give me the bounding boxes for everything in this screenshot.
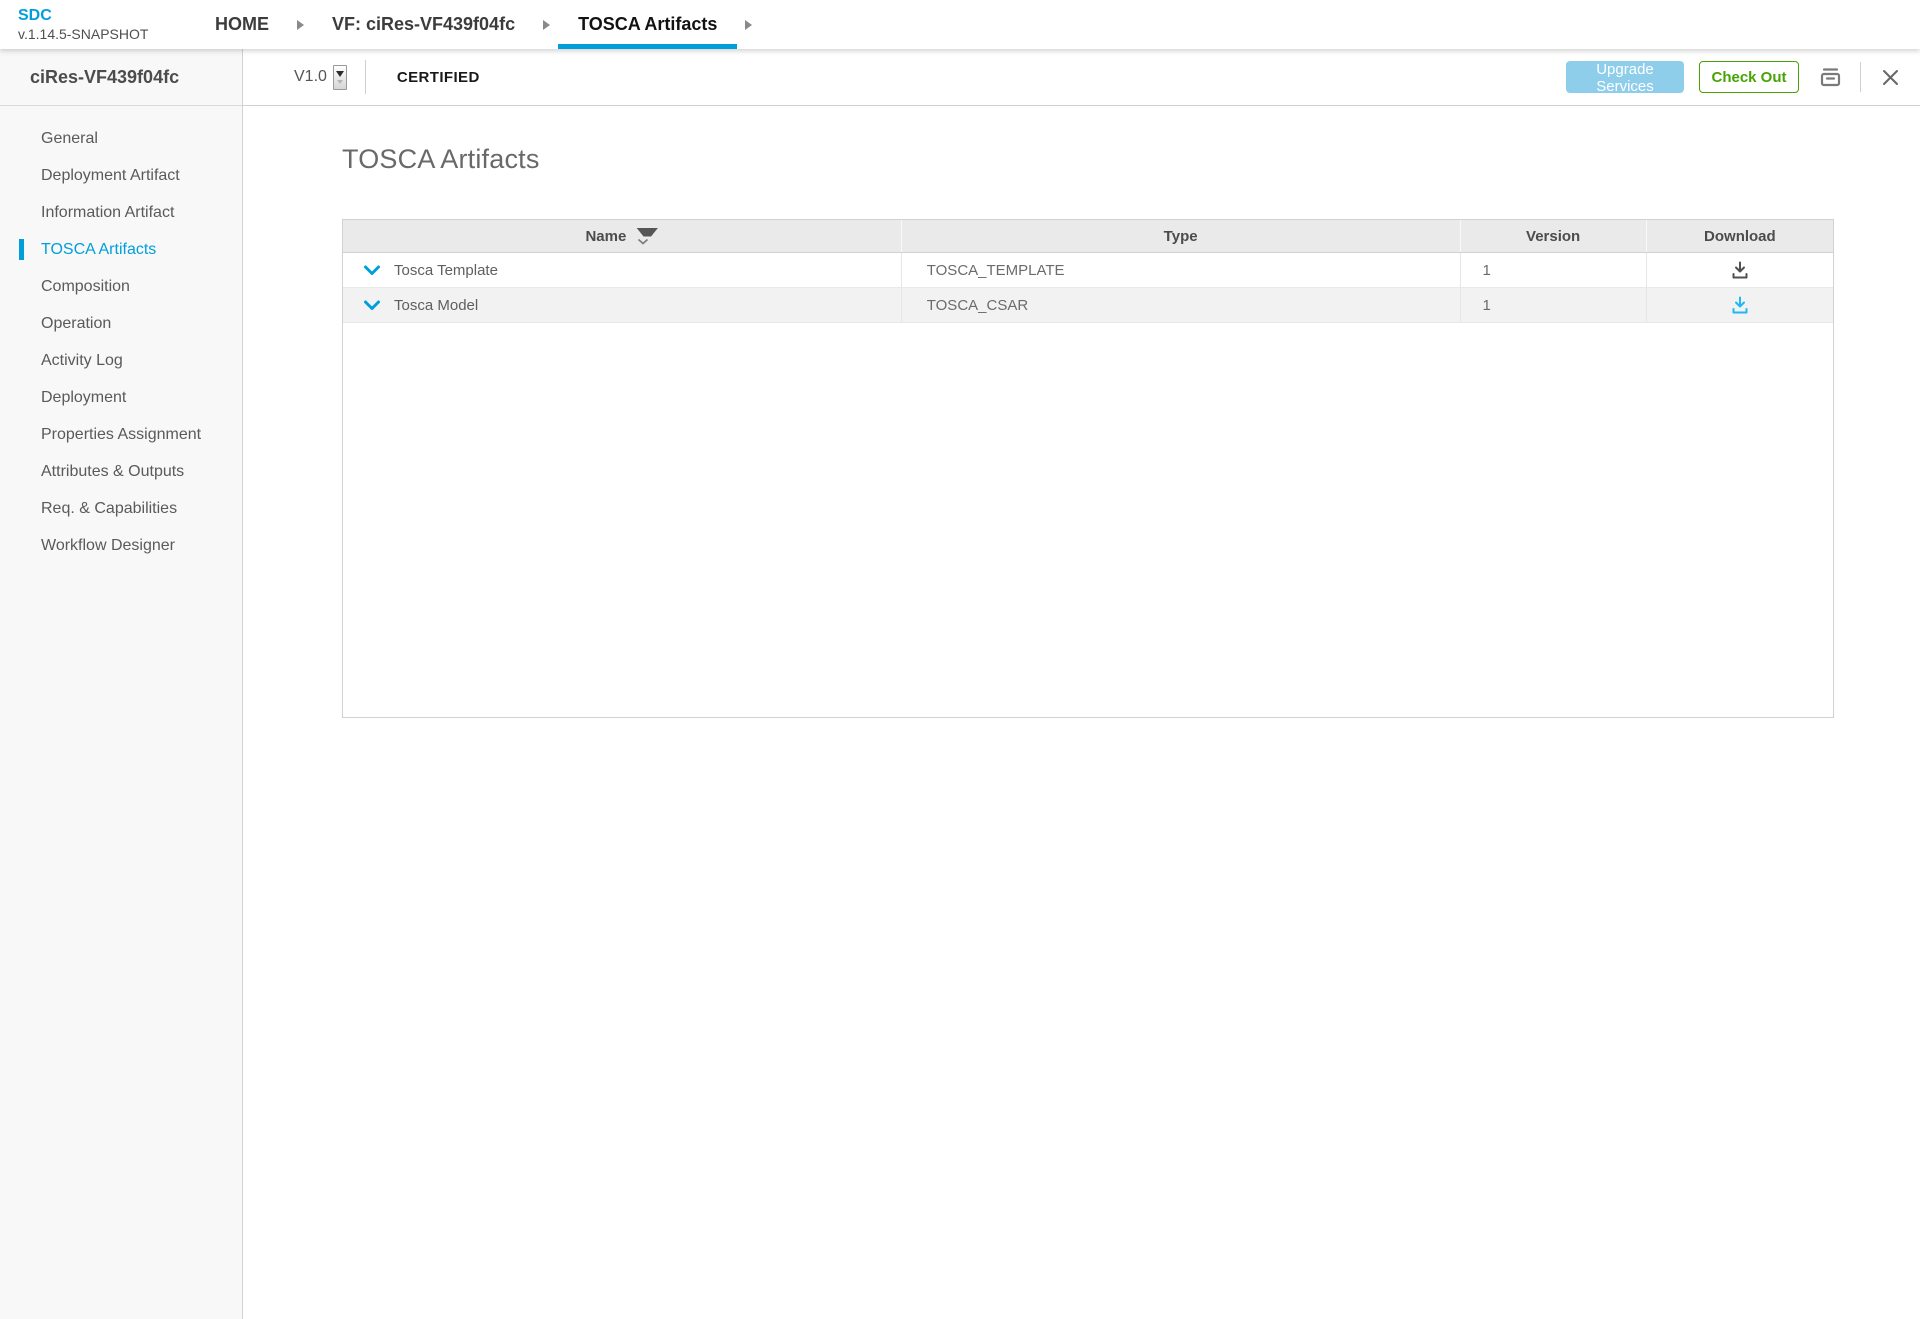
column-header-type: Type <box>902 220 1461 252</box>
app-name: SDC <box>18 7 195 25</box>
breadcrumb-home[interactable]: HOME <box>195 0 289 49</box>
version-selector[interactable] <box>333 65 347 90</box>
spinner-shadow <box>337 80 343 84</box>
table-row-tosca-model[interactable]: Tosca Model TOSCA_CSAR 1 <box>343 288 1833 323</box>
sidebar-item-information-artifact[interactable]: Information Artifact <box>0 194 242 231</box>
sidebar-item-label: Activity Log <box>41 352 123 370</box>
app-logo: SDC v.1.14.5-SNAPSHOT <box>0 7 195 41</box>
sidebar-item-label: Deployment Artifact <box>41 167 180 185</box>
triangle-right-icon <box>297 20 304 30</box>
column-header-download: Download <box>1647 220 1833 252</box>
table-row-tosca-template[interactable]: Tosca Template TOSCA_TEMPLATE 1 <box>343 253 1833 288</box>
sidebar-item-label: General <box>41 130 98 148</box>
triangle-right-icon <box>745 20 752 30</box>
breadcrumb-tosca-label: TOSCA Artifacts <box>578 14 717 35</box>
sidebar-item-activity-log[interactable]: Activity Log <box>0 342 242 379</box>
tosca-artifacts-table: Name Type Version <box>342 219 1834 718</box>
sidebar-item-label: Composition <box>41 278 130 296</box>
artifact-name: Tosca Template <box>394 262 498 279</box>
lifecycle-state-badge: CERTIFIED <box>397 69 480 86</box>
artifact-version: 1 <box>1483 262 1491 279</box>
column-header-version: Version <box>1461 220 1647 252</box>
column-header-type-label: Type <box>1164 228 1198 245</box>
download-icon[interactable] <box>1729 295 1751 316</box>
artifact-name: Tosca Model <box>394 297 478 314</box>
sidebar-item-deployment-artifact[interactable]: Deployment Artifact <box>0 157 242 194</box>
download-icon[interactable] <box>1729 260 1751 281</box>
sidebar-item-properties-assignment[interactable]: Properties Assignment <box>0 416 242 453</box>
breadcrumb: HOME VF: ciRes-VF439f04fc TOSCA Artifact… <box>195 0 760 49</box>
triangle-right-icon <box>543 20 550 30</box>
breadcrumb-tosca-artifacts[interactable]: TOSCA Artifacts <box>558 0 737 49</box>
sidebar: ciRes-VF439f04fc General Deployment Arti… <box>0 49 243 1319</box>
sidebar-item-label: Information Artifact <box>41 204 174 222</box>
active-tab-underline <box>558 44 737 49</box>
check-out-button[interactable]: Check Out <box>1699 61 1799 93</box>
sidebar-item-label: Req. & Capabilities <box>41 500 177 518</box>
sidebar-item-workflow-designer[interactable]: Workflow Designer <box>0 527 242 564</box>
print-button[interactable] <box>1817 64 1844 91</box>
sidebar-item-general[interactable]: General <box>0 120 242 157</box>
close-button[interactable] <box>1881 68 1900 87</box>
sidebar-item-deployment[interactable]: Deployment <box>0 379 242 416</box>
sidebar-item-req-capabilities[interactable]: Req. & Capabilities <box>0 490 242 527</box>
sidebar-nav: General Deployment Artifact Information … <box>0 106 242 564</box>
column-header-version-label: Version <box>1526 228 1580 245</box>
sidebar-item-label: TOSCA Artifacts <box>41 241 156 259</box>
app-version: v.1.14.5-SNAPSHOT <box>18 26 195 42</box>
sidebar-item-label: Attributes & Outputs <box>41 463 184 481</box>
column-header-name[interactable]: Name <box>343 220 902 252</box>
sidebar-item-tosca-artifacts[interactable]: TOSCA Artifacts <box>0 231 242 268</box>
sort-caret-icon <box>637 238 649 245</box>
breadcrumb-vf-label: VF: ciRes-VF439f04fc <box>332 14 515 35</box>
breadcrumb-vf[interactable]: VF: ciRes-VF439f04fc <box>312 0 535 49</box>
sidebar-title: ciRes-VF439f04fc <box>0 49 242 106</box>
upgrade-services-button[interactable]: Upgrade Services <box>1566 61 1684 93</box>
sidebar-item-label: Workflow Designer <box>41 537 175 555</box>
sidebar-item-label: Operation <box>41 315 111 333</box>
sidebar-item-operation[interactable]: Operation <box>0 305 242 342</box>
version-toolbar: V1.0 CERTIFIED Upgrade Services Check Ou… <box>243 49 1920 106</box>
spinner-down-icon <box>336 71 344 77</box>
sort-descending-icon[interactable] <box>636 228 658 245</box>
sidebar-item-label: Deployment <box>41 389 126 407</box>
sidebar-item-composition[interactable]: Composition <box>0 268 242 305</box>
toolbar-divider <box>1860 62 1861 92</box>
sidebar-item-label: Properties Assignment <box>41 426 201 444</box>
toolbar-divider <box>365 60 366 94</box>
table-header-row: Name Type Version <box>343 220 1833 253</box>
version-label: V1.0 <box>294 68 327 86</box>
page-title: TOSCA Artifacts <box>342 144 1920 175</box>
breadcrumb-home-label: HOME <box>215 14 269 35</box>
column-header-name-label: Name <box>585 228 626 245</box>
artifact-version: 1 <box>1483 297 1491 314</box>
close-icon <box>1881 68 1900 87</box>
sort-triangle <box>636 228 658 237</box>
column-header-download-label: Download <box>1704 228 1776 245</box>
chevron-down-icon[interactable] <box>363 300 381 311</box>
print-icon <box>1817 64 1844 91</box>
chevron-down-icon[interactable] <box>363 265 381 276</box>
artifact-type: TOSCA_TEMPLATE <box>927 262 1065 279</box>
top-bar: SDC v.1.14.5-SNAPSHOT HOME VF: ciRes-VF4… <box>0 0 1920 49</box>
sidebar-item-attributes-outputs[interactable]: Attributes & Outputs <box>0 453 242 490</box>
active-indicator <box>19 239 24 260</box>
artifact-type: TOSCA_CSAR <box>927 297 1028 314</box>
